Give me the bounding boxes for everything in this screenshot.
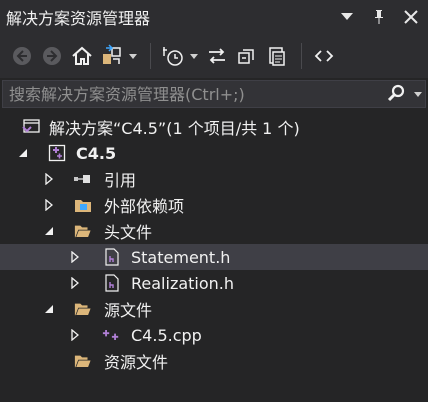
collapsed-arrow-icon[interactable] [42,198,56,212]
external-dependencies-icon [74,196,92,214]
collapsed-arrow-icon[interactable] [42,172,56,186]
collapsed-arrow-icon[interactable] [68,328,82,342]
title-bar: 解决方案资源管理器 [0,0,428,34]
sync-icon[interactable] [203,42,231,70]
tree-item-statement-h[interactable]: Statement.h [0,244,428,270]
header-file-icon [103,274,121,292]
open-folder-icon [74,300,92,318]
collapse-all-icon[interactable] [233,42,261,70]
toolbar [0,34,428,78]
tree-item-realization-h[interactable]: Realization.h [0,270,428,296]
show-all-files-icon[interactable] [263,42,291,70]
expanded-arrow-icon[interactable] [42,224,56,238]
tree-item-c45-cpp[interactable]: C4.5.cpp [0,322,428,348]
tree-item-references[interactable]: 引用 [0,166,428,192]
open-folder-icon [74,222,92,240]
expanded-arrow-icon[interactable] [42,302,56,316]
search-input[interactable] [3,81,381,107]
search-options-dropdown-icon[interactable] [411,81,425,107]
title-controls [336,6,422,28]
project-label: C4.5 [76,143,117,163]
c45-cpp-label: C4.5.cpp [131,325,202,345]
switch-views-icon[interactable] [98,42,126,70]
resource-files-label: 资源文件 [104,353,169,372]
panel-title: 解决方案资源管理器 [6,9,151,28]
references-icon [73,170,91,188]
solution-label: 解决方案“C4.5”(1 个项目/共 1 个) [49,119,300,138]
tree-item-source-files[interactable]: 源文件 [0,296,428,322]
toolbar-separator [150,43,151,69]
back-icon[interactable] [8,42,36,70]
filter-dropdown-icon[interactable] [189,42,199,70]
tree-item-header-files[interactable]: 头文件 [0,218,428,244]
solution-tree: 解决方案“C4.5”(1 个项目/共 1 个) C4.5 引用 外部依赖项 头文… [0,114,428,374]
header-file-icon [103,248,121,266]
tree-item-project[interactable]: C4.5 [0,140,428,166]
open-folder-icon [74,352,92,370]
cpp-file-icon [102,326,120,344]
code-view-icon[interactable] [310,42,338,70]
switch-views-dropdown-icon[interactable] [128,42,138,70]
tree-item-external-deps[interactable]: 外部依赖项 [0,192,428,218]
dropdown-icon[interactable] [336,6,358,28]
collapsed-arrow-icon[interactable] [68,276,82,290]
expanded-arrow-icon[interactable] [16,146,30,160]
statement-h-label: Statement.h [131,247,231,267]
toolbar-separator [301,43,302,69]
source-files-label: 源文件 [104,301,153,320]
header-files-label: 头文件 [104,223,153,242]
external-deps-label: 外部依赖项 [104,197,185,216]
pending-changes-filter-icon[interactable] [159,42,187,70]
pin-icon[interactable] [368,6,390,28]
forward-icon[interactable] [38,42,66,70]
tree-item-resource-files[interactable]: 资源文件 [0,348,428,374]
collapsed-arrow-icon[interactable] [68,250,82,264]
references-label: 引用 [104,171,137,190]
realization-h-label: Realization.h [131,273,235,293]
home-icon[interactable] [68,42,96,70]
search-box [2,80,426,108]
solution-icon [22,118,40,136]
cpp-project-icon [48,144,66,162]
close-icon[interactable] [400,6,422,28]
tree-item-solution[interactable]: 解决方案“C4.5”(1 个项目/共 1 个) [0,114,428,140]
search-icon[interactable] [381,81,411,107]
